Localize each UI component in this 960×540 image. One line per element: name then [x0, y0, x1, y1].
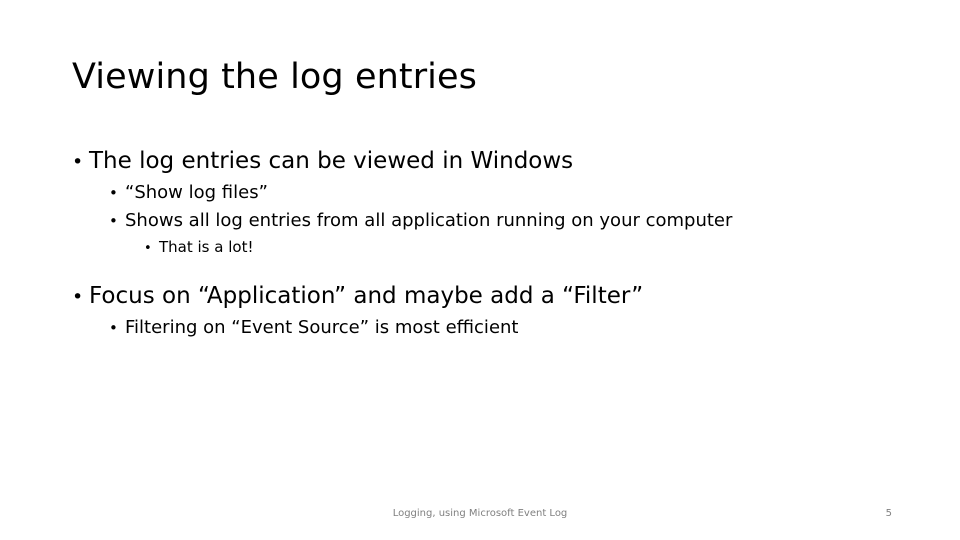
footer-note: Logging, using Microsoft Event Log — [392, 508, 568, 519]
bullet-item-label: Shows all log entries from all applicati… — [125, 210, 733, 231]
page-number: 5 — [885, 508, 892, 519]
bullet-item-level-2: • “Show log files” — [109, 179, 902, 207]
page-title: Viewing the log entries — [72, 57, 477, 97]
bullet-item-level-1: • Focus on “Application” and maybe add a … — [72, 279, 902, 314]
bullet-point-icon: • — [109, 184, 118, 202]
bullet-item-label: The log entries can be viewed in Windows — [89, 148, 574, 174]
bullet-point-icon: • — [109, 319, 118, 337]
bullet-item-level-2: • Filtering on “Event Source” is most eff… — [109, 314, 902, 342]
bullet-item-label: Focus on “Application” and maybe add a “… — [89, 283, 644, 309]
bullet-item-label: That is a lot! — [159, 238, 254, 256]
bullet-point-icon: • — [72, 151, 84, 173]
slide-canvas: Viewing the log entries • The log entries… — [0, 0, 960, 540]
bullet-point-icon: • — [72, 286, 84, 308]
bullet-item-level-3: • That is a lot! — [144, 235, 902, 261]
bullet-item-label: Filtering on “Event Source” is most effi… — [125, 317, 519, 338]
bullet-point-icon: • — [109, 212, 118, 230]
bullet-point-icon: • — [144, 241, 152, 256]
slide-body: • The log entries can be viewed in Window… — [72, 144, 902, 342]
bullet-item-label: “Show log files” — [125, 182, 268, 203]
bullet-item-level-2: • Shows all log entries from all applicat… — [109, 207, 902, 235]
bullet-item-level-1: • The log entries can be viewed in Window… — [72, 144, 902, 179]
